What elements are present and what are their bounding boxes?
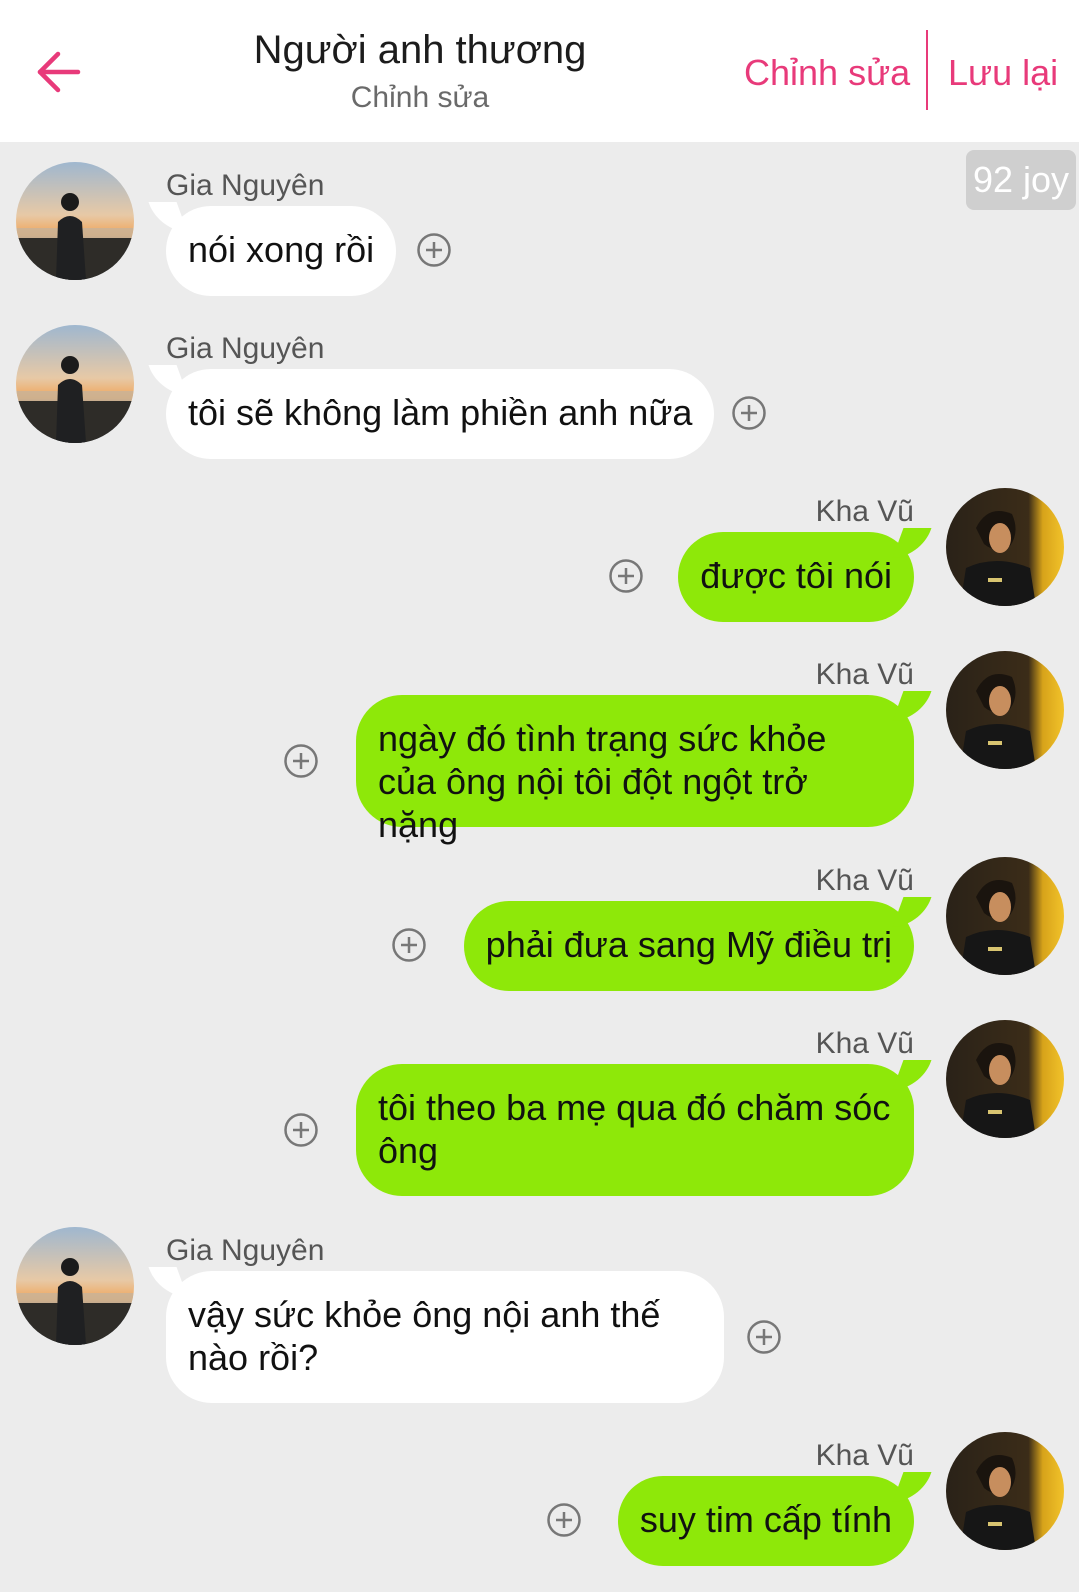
save-button[interactable]: Lưu lại [948,48,1058,98]
avatar[interactable] [946,1020,1064,1138]
message-bubble[interactable]: tôi theo ba mẹ qua đó chăm sóc ông [356,1064,914,1196]
sender-name: Kha Vũ [815,658,914,691]
top-bar: Người anh thương Chỉnh sửa Chỉnh sửa Lưu… [0,0,1079,142]
message-bubble[interactable]: nói xong rồi [166,206,397,296]
sender-name: Gia Nguyên [166,332,325,365]
avatar[interactable] [946,1432,1064,1550]
sender-name: Kha Vũ [815,1439,914,1472]
page-subtitle: Chỉnh sửa [350,81,490,114]
add-circle-icon[interactable] [546,1502,582,1538]
sender-name: Kha Vũ [815,495,914,528]
add-circle-icon[interactable] [731,395,767,431]
header-divider [926,30,928,110]
joy-badge: 92 joy [966,150,1076,210]
sender-name: Gia Nguyên [166,169,325,202]
message-bubble[interactable]: suy tim cấp tính [617,1476,914,1566]
message-bubble[interactable]: phải đưa sang Mỹ điều trị [463,901,914,991]
sender-name: Kha Vũ [815,864,914,897]
avatar[interactable] [16,325,134,443]
avatar[interactable] [16,1227,134,1345]
title-block: Người anh thương Chỉnh sửa [200,24,640,118]
add-circle-icon[interactable] [608,558,644,594]
add-circle-icon[interactable] [416,232,452,268]
page-title: Người anh thương [253,28,587,72]
add-circle-icon[interactable] [746,1319,782,1355]
avatar[interactable] [946,857,1064,975]
message-bubble[interactable]: vậy sức khỏe ông nội anh thế nào rồi? [166,1271,724,1403]
edit-button[interactable]: Chỉnh sửa [744,48,910,98]
avatar[interactable] [946,651,1064,769]
message-bubble[interactable]: ngày đó tình trạng sức khỏe của ông nội … [356,695,914,845]
sender-name: Gia Nguyên [166,1234,325,1267]
sender-name: Kha Vũ [815,1027,914,1060]
back-button[interactable] [30,44,86,100]
message-bubble[interactable]: tôi sẽ không làm phiền anh nữa [166,369,715,459]
add-circle-icon[interactable] [283,1112,319,1148]
add-circle-icon[interactable] [283,743,319,779]
avatar[interactable] [16,162,134,280]
avatar[interactable] [946,488,1064,606]
message-bubble[interactable]: được tôi nói [678,532,914,622]
arrow-left-icon [37,51,81,93]
add-circle-icon[interactable] [391,927,427,963]
